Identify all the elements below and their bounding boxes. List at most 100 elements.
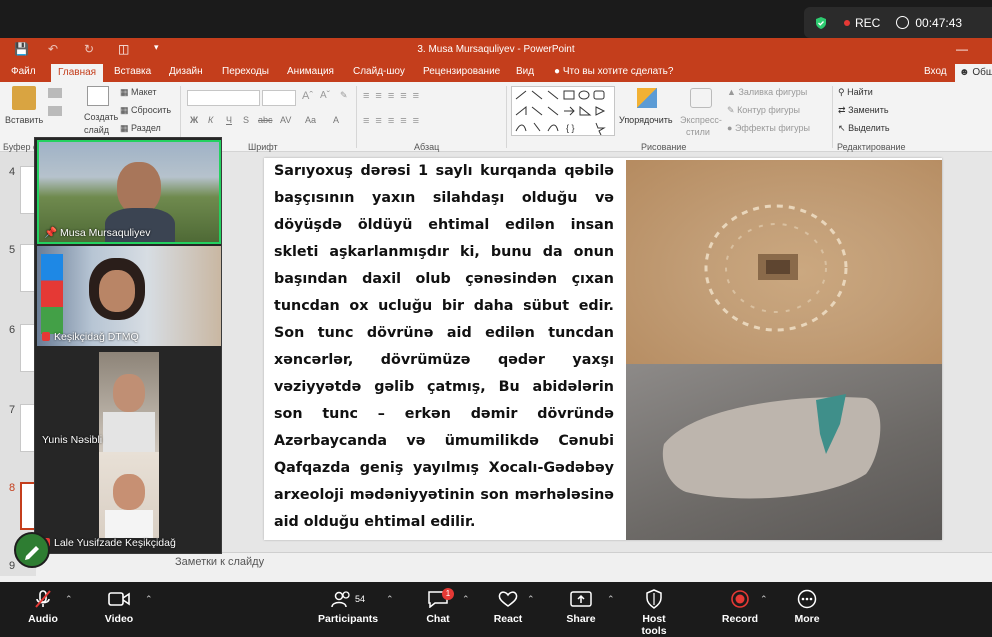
tab-view[interactable]: Вид <box>516 66 534 77</box>
underline-button[interactable]: Ч <box>226 115 232 125</box>
arrange-label[interactable]: Упорядочить <box>619 115 673 125</box>
more-dots-icon <box>797 589 817 609</box>
security-shield-icon[interactable] <box>814 16 828 30</box>
ribbon-divider <box>506 86 507 148</box>
share-caret-icon[interactable]: ⌃ <box>607 594 615 605</box>
react-button[interactable]: React <box>490 588 526 625</box>
notes-placeholder: Заметки к слайду <box>175 556 265 568</box>
grow-font-icon[interactable]: Aˆ <box>302 90 313 102</box>
quick-styles-icon[interactable] <box>690 88 712 108</box>
cursor-icon: ↖ <box>838 123 846 133</box>
record-button[interactable]: Record <box>720 588 760 625</box>
artifact-on-stone-photo[interactable] <box>626 364 942 540</box>
participant-video <box>99 352 159 452</box>
reset-button[interactable]: ▦ Сбросить <box>120 105 171 116</box>
kurgan-aerial-photo[interactable] <box>626 160 942 364</box>
slide-body-text[interactable]: Sarıyoxuş dərəsi 1 saylı kurqanda qəbilə… <box>274 158 614 536</box>
tab-review[interactable]: Рецензирование <box>423 66 500 77</box>
participants-count: 54 <box>354 594 365 604</box>
new-slide-label-1[interactable]: Создать <box>84 112 118 122</box>
recording-dot-icon <box>844 19 850 26</box>
shrink-font-icon[interactable]: Aˇ <box>320 90 330 101</box>
new-slide-icon[interactable] <box>87 86 109 106</box>
layout-button[interactable]: ▦ Макет <box>120 87 157 98</box>
participant-tile[interactable]: 📌 Musa Mursaquliyev <box>37 140 221 244</box>
more-button[interactable]: More <box>790 588 824 625</box>
tab-slideshow[interactable]: Слайд-шоу <box>353 66 405 77</box>
font-color-button[interactable]: А <box>333 115 339 125</box>
video-button[interactable]: Video <box>98 588 140 625</box>
font-size-box[interactable] <box>262 90 296 106</box>
zoom-toolbar: Audio ⌃ Video ⌃ 54 Participants ⌃ Chat 1… <box>0 582 992 637</box>
share-screen-button[interactable]: Share <box>563 588 599 625</box>
replace-button[interactable]: ⇄ Заменить <box>838 105 889 116</box>
strike-button[interactable]: S <box>243 115 249 125</box>
quick-styles-label-1[interactable]: Экспресс- <box>680 115 722 125</box>
participant-tile[interactable]: Keşikçidağ DTMQ <box>37 246 221 346</box>
audio-button[interactable]: Audio <box>22 588 64 625</box>
minimize-icon[interactable]: — <box>956 42 968 56</box>
record-caret-icon[interactable]: ⌃ <box>760 594 768 605</box>
participants-button[interactable]: 54 Participants <box>318 588 378 625</box>
section-button[interactable]: ▦ Раздел <box>120 123 161 134</box>
flag-graphic <box>41 254 63 334</box>
more-label: More <box>794 613 820 625</box>
participants-icon <box>331 591 350 608</box>
cut-icon[interactable] <box>48 88 62 98</box>
slide-number-selected: 8 <box>9 482 16 494</box>
shape-outline-button[interactable]: ✎ Контур фигуры <box>727 105 800 116</box>
editing-group-label: Редактирование <box>837 142 906 152</box>
pin-icon: 📌 <box>44 227 58 239</box>
powerpoint-title-bar: 💾 ↶ ↻ ◫ ▾ 3. Musa Mursaquliyev - PowerPo… <box>0 38 992 62</box>
tab-file[interactable]: Файл <box>11 66 36 77</box>
annotate-pencil-button[interactable] <box>14 532 50 568</box>
shadow-button[interactable]: abc <box>258 115 273 125</box>
list-icons[interactable]: ≡≡≡≡≡ <box>363 90 425 102</box>
audio-options-caret-icon[interactable]: ⌃ <box>65 594 73 605</box>
effects-icon: ● <box>727 123 733 133</box>
participant-tile[interactable]: Yunis Nəsibli <box>37 348 221 452</box>
new-slide-label-2[interactable]: слайд <box>84 125 109 135</box>
find-button[interactable]: ⚲ Найти <box>838 87 873 98</box>
react-caret-icon[interactable]: ⌃ <box>527 594 535 605</box>
share-button[interactable]: ☻ Общ <box>955 64 992 82</box>
copy-icon[interactable] <box>48 106 62 116</box>
ribbon-tabs: Файл Главная Вставка Дизайн Переходы Ани… <box>0 62 992 82</box>
heart-icon <box>498 591 518 607</box>
video-participants-panel[interactable]: 📌 Musa Mursaquliyev Keşikçidağ DTMQ Yuni… <box>34 137 222 554</box>
clear-format-icon[interactable]: ✎ <box>340 90 348 101</box>
shape-outline-label: Контур фигуры <box>737 105 800 115</box>
tab-design[interactable]: Дизайн <box>169 66 203 77</box>
shape-fill-button[interactable]: ▲ Заливка фигуры <box>727 87 807 97</box>
bold-button[interactable]: Ж <box>190 115 198 125</box>
change-case-icon[interactable]: Aa <box>305 115 316 125</box>
align-icons[interactable]: ≡≡≡≡≡ <box>363 115 425 127</box>
spacing-icon[interactable]: AV <box>280 115 291 125</box>
tab-animations[interactable]: Анимация <box>287 66 334 77</box>
paste-label[interactable]: Вставить <box>5 115 43 125</box>
slide-thumbnail-pane[interactable]: 4 5 6 7 8 9 <box>0 152 36 582</box>
record-icon <box>731 590 749 608</box>
shapes-gallery[interactable]: { } <box>511 86 615 136</box>
quick-styles-label-2[interactable]: стили <box>686 127 710 137</box>
participant-tile[interactable]: Lale Yusifzade Keşikçidağ <box>37 452 221 552</box>
participants-caret-icon[interactable]: ⌃ <box>386 594 394 605</box>
font-name-box[interactable] <box>187 90 260 106</box>
paste-icon[interactable] <box>12 86 36 110</box>
layout-label: Макет <box>131 87 157 97</box>
italic-button[interactable]: К <box>208 115 213 125</box>
notes-pane[interactable]: Заметки к слайду <box>36 552 992 576</box>
participant-video <box>99 270 135 312</box>
select-button[interactable]: ↖ Выделить <box>838 123 890 134</box>
tab-transitions[interactable]: Переходы <box>222 66 269 77</box>
tell-me-search[interactable]: ● Что вы хотите сделать? <box>554 66 673 77</box>
tab-insert[interactable]: Вставка <box>114 66 151 77</box>
replace-label: Заменить <box>848 105 889 115</box>
tab-home[interactable]: Главная <box>51 64 104 82</box>
ribbon-divider <box>832 86 833 148</box>
chat-caret-icon[interactable]: ⌃ <box>462 594 470 605</box>
sign-in-link[interactable]: Вход <box>924 66 947 77</box>
video-options-caret-icon[interactable]: ⌃ <box>145 594 153 605</box>
shape-effects-button[interactable]: ● Эффекты фигуры <box>727 123 810 133</box>
arrange-icon[interactable] <box>637 88 657 108</box>
